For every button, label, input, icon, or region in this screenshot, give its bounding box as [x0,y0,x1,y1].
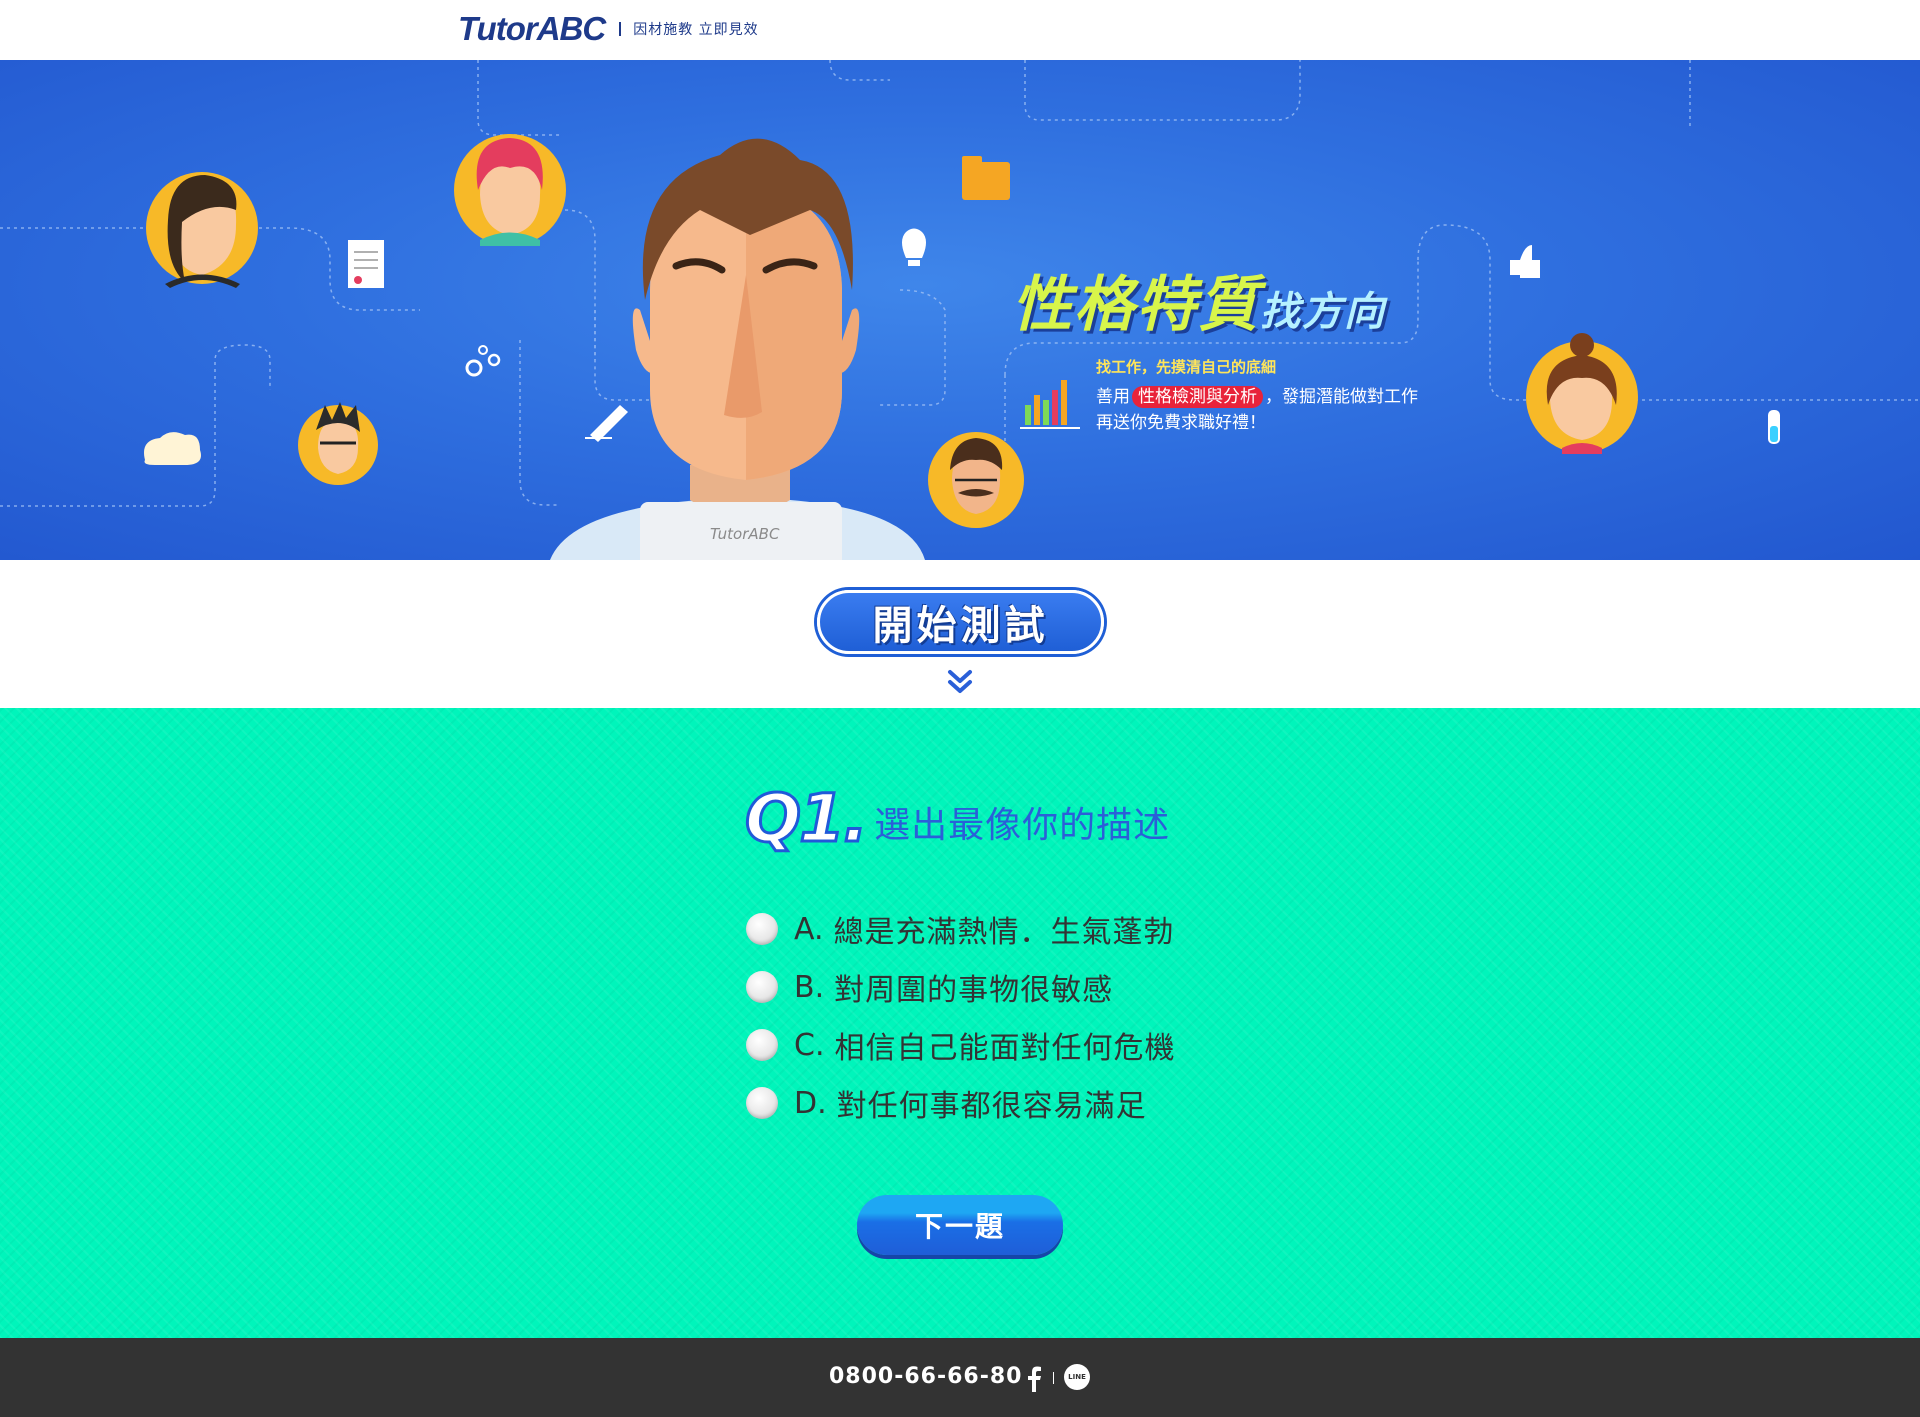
start-section: 開始測試 [0,560,1920,708]
laptop-brand-label: TutorABC [710,525,780,543]
hero-highlight-badge: 性格檢測與分析 [1132,386,1263,408]
option-letter: D. [794,1085,827,1121]
option-letter: A. [794,911,824,947]
hero-title: 性格特質找方向 [1012,256,1386,343]
hero-line2-post: ，發掘潛能做對工作 [1265,387,1418,407]
hero-title-main: 性格特質 [1012,270,1260,340]
hero-banner: 性格特質找方向 找工作，先摸清自己的底細 善用 性格檢測與分析 ，發掘潛能做對工作 … [0,60,1920,560]
option-text: 相信自己能面對任何危機 [834,1031,1176,1066]
option-b[interactable]: B. 對周圍的事物很敏感 [746,958,1175,1016]
answer-options: A. 總是充滿熱情．生氣蓬勃 B. 對周圍的事物很敏感 C. 相信自己能面對任何… [746,900,1175,1132]
tutorabc-logo[interactable]: TutorABC 因材施教 立即見效 [458,10,759,47]
footer-divider [1053,1372,1054,1384]
question-title: Q1. 選出最像你的描述 [743,780,1171,857]
question-number: Q1. [743,780,869,857]
next-question-button[interactable]: 下一題 [857,1195,1063,1255]
option-d[interactable]: D. 對任何事都很容易滿足 [746,1074,1175,1132]
option-letter: C. [794,1027,825,1063]
quiz-section: Q1. 選出最像你的描述 A. 總是充滿熱情．生氣蓬勃 B. 對周圍的事物很敏感… [0,708,1920,1338]
hero-tagline: 找工作，先摸清自己的底細 [1096,358,1277,376]
radio-button[interactable] [746,1087,778,1119]
hero-title-small: 找方向 [1260,289,1386,335]
next-question-label: 下一題 [914,1210,1005,1243]
logo-slogan: 因材施教 立即見效 [633,22,759,38]
line-icon-label: LINE [1068,1373,1086,1381]
option-letter: B. [794,969,825,1005]
option-a[interactable]: A. 總是充滿熱情．生氣蓬勃 [746,900,1175,958]
logo-divider [619,22,622,36]
radio-button[interactable] [746,971,778,1003]
option-text: 總是充滿熱情．生氣蓬勃 [833,915,1175,950]
option-text: 對任何事都很容易滿足 [836,1089,1147,1124]
logo-text: TutorABC [458,10,606,47]
facebook-icon[interactable] [1026,1366,1042,1392]
option-text: 對周圍的事物很敏感 [834,973,1114,1008]
site-footer: 0800-66-66-80 LINE [0,1338,1920,1417]
radio-button[interactable] [746,1029,778,1061]
option-c[interactable]: C. 相信自己能面對任何危機 [746,1016,1175,1074]
start-test-button[interactable]: 開始測試 [817,590,1104,654]
phone-number[interactable]: 0800-66-66-80 [829,1364,1022,1389]
double-chevron-down-icon[interactable] [944,666,976,698]
radio-button[interactable] [746,913,778,945]
hero-line2-pre: 善用 [1096,387,1130,407]
question-text: 選出最像你的描述 [874,805,1171,846]
start-test-label: 開始測試 [872,603,1049,649]
hero-description-line: 善用 性格檢測與分析 ，發掘潛能做對工作 [1096,382,1418,408]
line-icon[interactable]: LINE [1064,1364,1090,1390]
hero-illustration [0,60,1920,560]
site-header: TutorABC 因材施教 立即見效 [0,0,1920,60]
hero-gift-line: 再送你免費求職好禮！ [1096,413,1266,433]
